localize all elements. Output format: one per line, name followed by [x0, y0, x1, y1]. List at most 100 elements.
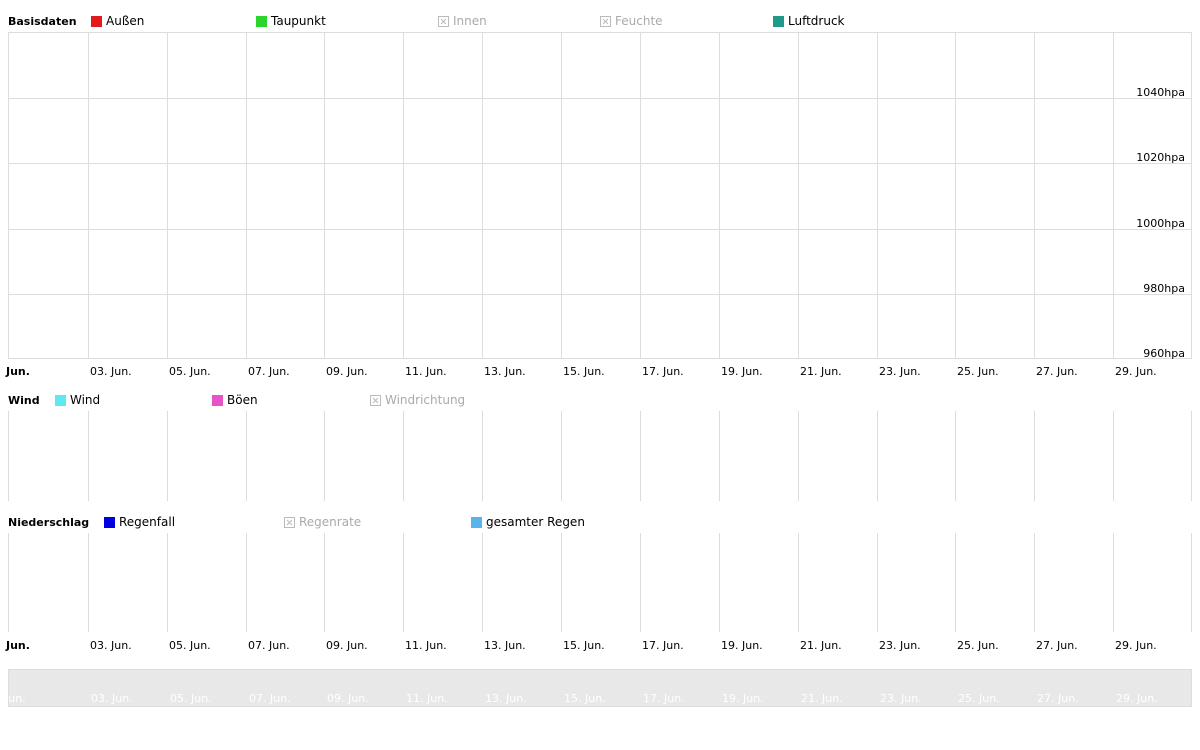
x-tick-label: Jun. [6, 639, 30, 652]
grid-line-vertical [324, 533, 325, 632]
grid-line-vertical [798, 411, 799, 501]
legend-item-feuchte[interactable]: Feuchte [600, 14, 663, 28]
navigator-tick-label: 13. Jun. [485, 692, 527, 705]
wind-chart-title: Wind [8, 394, 40, 407]
grid-line-vertical [955, 33, 956, 358]
time-navigator[interactable]: Jun. 03. Jun. 05. Jun. 07. Jun. 09. Jun. 11. … [5, 669, 1192, 707]
grid-line-vertical [561, 411, 562, 501]
grid-line-vertical [482, 533, 483, 632]
legend-item-wind[interactable]: Wind [55, 393, 100, 407]
basis-plot-area: 1040hpa 1020hpa 1000hpa 980hpa 960hpa [8, 32, 1192, 360]
grid-line-vertical [798, 533, 799, 632]
grid-line-vertical [324, 33, 325, 358]
navigator-tick-label: 25. Jun. [958, 692, 1000, 705]
navigator-tick-label: Jun. [5, 692, 26, 705]
navigator-tick-label: 29. Jun. [1116, 692, 1158, 705]
grid-line-vertical [167, 33, 168, 358]
grid-line-vertical [246, 533, 247, 632]
grid-line-vertical [1113, 533, 1114, 632]
grid-line-vertical [88, 33, 89, 358]
grid-line-vertical [955, 411, 956, 501]
grid-line-horizontal [9, 163, 1191, 164]
legend-label: Innen [453, 14, 487, 28]
legend-swatch [438, 15, 449, 27]
rain-x-axis: Jun. 03. Jun. 05. Jun. 07. Jun. 09. Jun. 11. … [6, 639, 1192, 655]
legend-swatch [370, 394, 381, 406]
x-tick-label: 13. Jun. [484, 639, 526, 652]
x-tick-label: 25. Jun. [957, 639, 999, 652]
x-tick-label: 17. Jun. [642, 365, 684, 378]
x-tick-label: 15. Jun. [563, 639, 605, 652]
legend-item-innen[interactable]: Innen [438, 14, 487, 28]
x-tick-label: 11. Jun. [405, 639, 447, 652]
legend-swatch [600, 15, 611, 27]
grid-line-vertical [877, 411, 878, 501]
grid-line-vertical [561, 33, 562, 358]
legend-item-böen[interactable]: Böen [212, 393, 258, 407]
legend-label: gesamter Regen [486, 515, 585, 529]
navigator-tick-label: 19. Jun. [722, 692, 764, 705]
grid-line-vertical [1113, 411, 1114, 501]
x-tick-label: 25. Jun. [957, 365, 999, 378]
legend-item-regenrate[interactable]: Regenrate [284, 515, 361, 529]
x-tick-label: 27. Jun. [1036, 639, 1078, 652]
grid-line-vertical [877, 533, 878, 632]
navigator-tick-label: 27. Jun. [1037, 692, 1079, 705]
grid-line-horizontal [9, 294, 1191, 295]
y-tick-label: 960hpa [1143, 347, 1185, 360]
grid-line-vertical [482, 411, 483, 501]
grid-line-vertical [403, 33, 404, 358]
grid-line-vertical [324, 411, 325, 501]
navigator-tick-label: 07. Jun. [249, 692, 291, 705]
x-tick-label: 09. Jun. [326, 639, 368, 652]
navigator-tick-label: 15. Jun. [564, 692, 606, 705]
x-tick-label: 07. Jun. [248, 639, 290, 652]
x-tick-label: 23. Jun. [879, 639, 921, 652]
grid-line-vertical [640, 411, 641, 501]
legend-label: Regenrate [299, 515, 362, 529]
x-tick-label: 05. Jun. [169, 365, 211, 378]
basis-x-axis: Jun. 03. Jun. 05. Jun. 07. Jun. 09. Jun. 11. … [6, 365, 1192, 381]
legend-label: Wind [70, 393, 101, 407]
legend-label: Feuchte [615, 14, 663, 28]
legend-item-regenfall[interactable]: Regenfall [104, 515, 175, 529]
legend-swatch [212, 394, 223, 406]
grid-line-vertical [877, 33, 878, 358]
x-tick-label: 07. Jun. [248, 365, 290, 378]
navigator-tick-label: 23. Jun. [880, 692, 922, 705]
x-tick-label: 19. Jun. [721, 639, 763, 652]
y-tick-label: 1000hpa [1136, 217, 1185, 230]
grid-line-vertical [403, 533, 404, 632]
navigator-tick-label: 05. Jun. [170, 692, 212, 705]
x-tick-label: 29. Jun. [1115, 365, 1157, 378]
grid-line-vertical [719, 533, 720, 632]
x-tick-label: 09. Jun. [326, 365, 368, 378]
legend-label: Regenfall [119, 515, 176, 529]
navigator-tick-label: 03. Jun. [91, 692, 133, 705]
grid-line-vertical [246, 411, 247, 501]
rain-plot-area [8, 533, 1192, 632]
grid-line-vertical [167, 533, 168, 632]
legend-item-außen[interactable]: Außen [91, 14, 144, 28]
x-tick-label: 03. Jun. [90, 365, 132, 378]
x-tick-label: 15. Jun. [563, 365, 605, 378]
x-tick-label: 21. Jun. [800, 365, 842, 378]
legend-item-taupunkt[interactable]: Taupunkt [256, 14, 326, 28]
x-tick-label: 27. Jun. [1036, 365, 1078, 378]
legend-item-windrichtung[interactable]: Windrichtung [370, 393, 465, 407]
x-tick-label: Jun. [6, 365, 30, 378]
legend-item-luftdruck[interactable]: Luftdruck [773, 14, 845, 28]
x-tick-label: 19. Jun. [721, 365, 763, 378]
grid-line-horizontal [9, 229, 1191, 230]
legend-swatch [284, 516, 295, 528]
grid-line-vertical [1034, 533, 1035, 632]
navigator-tick-label: 17. Jun. [643, 692, 685, 705]
x-tick-label: 05. Jun. [169, 639, 211, 652]
legend-swatch [55, 394, 66, 406]
grid-line-vertical [798, 33, 799, 358]
y-tick-label: 980hpa [1143, 282, 1185, 295]
legend-swatch [773, 15, 784, 27]
legend-swatch [256, 15, 267, 27]
legend-item-gesamter-regen[interactable]: gesamter Regen [471, 515, 585, 529]
grid-line-vertical [403, 411, 404, 501]
